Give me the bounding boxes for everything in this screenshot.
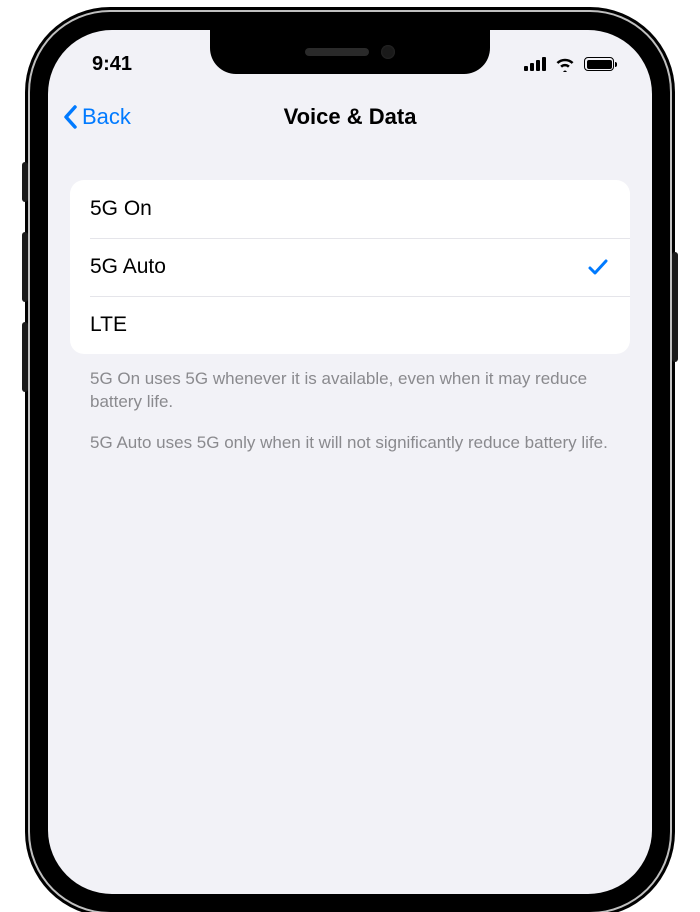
option-5g-on[interactable]: 5G On [70,180,630,238]
status-time: 9:41 [92,43,132,76]
option-label: LTE [90,313,127,337]
nav-bar: Back Voice & Data [48,88,652,146]
option-5g-auto[interactable]: 5G Auto [70,238,630,296]
footer-line-2: 5G Auto uses 5G only when it will not si… [90,432,610,455]
status-indicators [524,46,614,72]
footer-line-1: 5G On uses 5G whenever it is available, … [90,368,610,414]
options-list: 5G On 5G Auto LTE [70,180,630,354]
option-lte[interactable]: LTE [70,296,630,354]
mute-switch [22,162,28,202]
battery-icon [584,57,614,71]
content: 5G On 5G Auto LTE 5G On uses 5G whenever… [48,146,652,455]
option-label: 5G Auto [90,255,166,279]
back-label: Back [82,104,131,130]
cellular-signal-icon [524,57,546,71]
volume-up-button [22,232,28,302]
checkmark-icon [586,255,610,279]
power-button [672,252,678,362]
front-camera [381,45,395,59]
notch [210,30,490,74]
back-button[interactable]: Back [62,103,131,131]
page-title: Voice & Data [284,104,417,130]
footer-description: 5G On uses 5G whenever it is available, … [70,354,630,455]
phone-frame: 9:41 [30,12,670,912]
option-label: 5G On [90,197,152,221]
speaker-grille [305,48,369,56]
volume-down-button [22,322,28,392]
chevron-left-icon [62,103,80,131]
wifi-icon [554,56,576,72]
screen: 9:41 [48,30,652,894]
